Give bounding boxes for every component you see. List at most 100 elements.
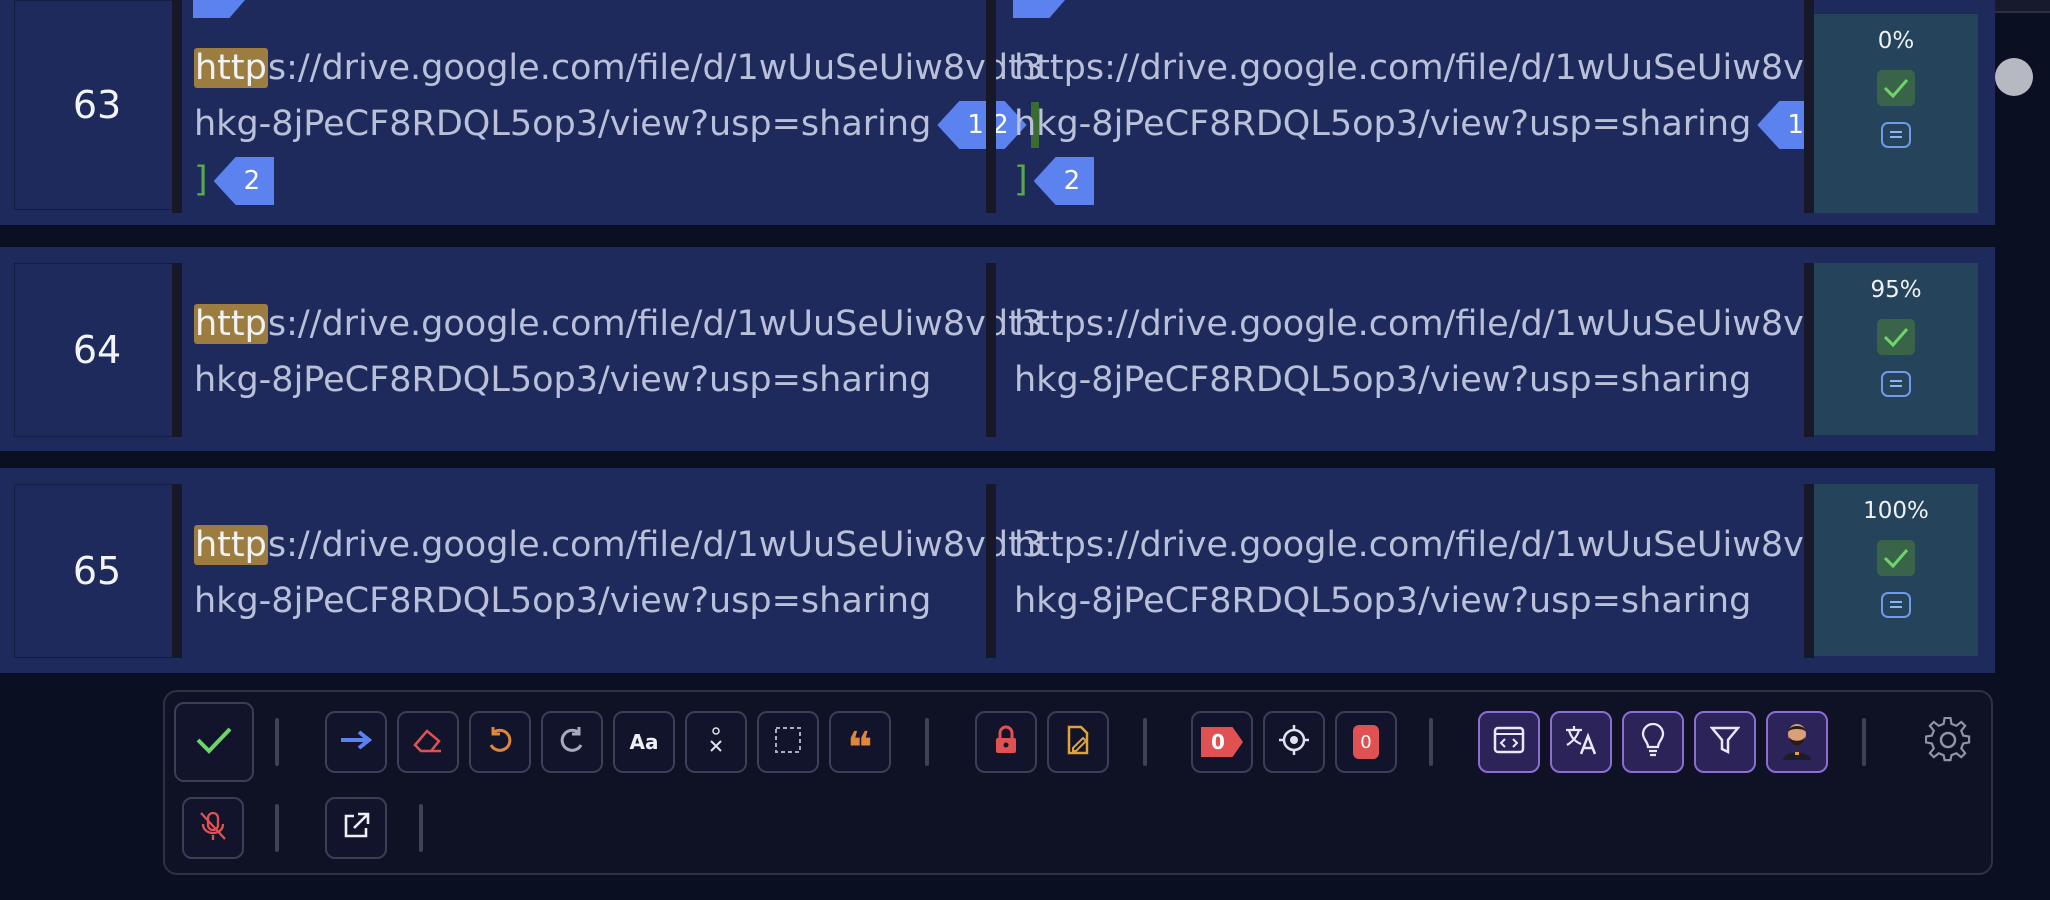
tag-count: 0 (1211, 730, 1225, 754)
tag-marker-top (1013, 0, 1065, 18)
tag-end-label: 2 (243, 166, 261, 196)
check-icon (195, 725, 233, 759)
column-divider (986, 484, 996, 658)
target-line-1: https://drive.google.com/file/d/1wUuSeUi… (1014, 48, 1863, 88)
segment-row[interactable]: 65 https://drive.google.com/file/d/1wUuS… (0, 468, 1995, 673)
match-percentage: 100% (1863, 498, 1929, 524)
source-line-2: hkg-8jPeCF8RDQL5op3/view?usp=sharing (194, 360, 932, 400)
column-divider (1804, 263, 1814, 437)
tag-counter-icon: 0 (1201, 727, 1243, 757)
error-count: 0 (1360, 731, 1372, 753)
editor-toolbar: Aa ❝ 0 0 (163, 690, 1993, 875)
confirm-check-icon[interactable] (1877, 540, 1915, 576)
match-percentage: 95% (1870, 277, 1922, 303)
tag-end[interactable]: 2 (213, 157, 275, 205)
mic-off-icon (198, 810, 228, 846)
segment-row[interactable]: 64 https://drive.google.com/file/d/1wUuS… (0, 247, 1995, 451)
target-line-1: https://drive.google.com/file/d/1wUuSeUi… (1014, 525, 1863, 565)
source-text[interactable]: https://drive.google.com/file/d/1wUuSeUi… (194, 296, 1044, 408)
source-line-1-rest: s://drive.google.com/file/d/1wUuSeUiw8vd… (267, 304, 1045, 344)
column-divider (986, 263, 996, 437)
special-characters-button[interactable] (685, 711, 747, 773)
code-view-icon (1493, 726, 1525, 758)
settings-button[interactable] (1920, 714, 1976, 770)
locate-button[interactable] (1263, 711, 1325, 773)
microphone-button[interactable] (182, 797, 244, 859)
target-text[interactable]: https://drive.google.com/file/d/1wUuSeUi… (1014, 517, 1862, 629)
column-divider (172, 263, 182, 437)
code-view-button[interactable] (1478, 711, 1540, 773)
filter-icon (1709, 725, 1741, 759)
segment-row[interactable]: 63 https://drive.google.com/file/d/1wUuS… (0, 0, 1995, 225)
confirm-check-icon[interactable] (1877, 319, 1915, 355)
bracket-marker: ] (1014, 160, 1028, 200)
confirm-button[interactable] (174, 702, 254, 782)
toolbar-separator (925, 718, 929, 766)
target-line-1: https://drive.google.com/file/d/1wUuSeUi… (1014, 304, 1863, 344)
toolbar-separator (275, 718, 279, 766)
error-count-button[interactable]: 0 (1335, 711, 1397, 773)
gear-icon (1924, 716, 1971, 767)
source-text[interactable]: https://drive.google.com/file/d/1wUuSeUi… (194, 517, 1044, 629)
column-divider (1804, 484, 1814, 658)
quote-button[interactable]: ❝ (829, 711, 891, 773)
target-line-2: hkg-8jPeCF8RDQL5op3/view?usp=sharing (1014, 360, 1752, 400)
term-highlight[interactable]: http (194, 304, 268, 344)
tag-end-label: 2 (1063, 166, 1081, 196)
source-text[interactable]: https://drive.google.com/file/d/1wUuSeUi… (194, 40, 1044, 208)
toolbar-separator (275, 804, 279, 852)
change-case-button[interactable]: Aa (613, 711, 675, 773)
target-text[interactable]: https://drive.google.com/file/d/1wUuSeUi… (1014, 296, 1862, 408)
toolbar-separator (419, 804, 423, 852)
select-button[interactable] (757, 711, 819, 773)
target-text[interactable]: https://drive.google.com/file/d/1wUuSeUi… (1014, 40, 1862, 208)
edit-file-button[interactable] (1047, 711, 1109, 773)
external-link-icon (340, 810, 372, 846)
comment-icon[interactable] (1881, 592, 1911, 618)
column-divider (172, 484, 182, 658)
comment-icon[interactable] (1881, 371, 1911, 397)
filter-button[interactable] (1694, 711, 1756, 773)
source-line-1-rest: s://drive.google.com/file/d/1wUuSeUiw8vd… (267, 525, 1045, 565)
segment-number: 63 (14, 0, 180, 210)
copy-source-button[interactable] (325, 711, 387, 773)
lock-button[interactable] (975, 711, 1037, 773)
segment-number: 65 (14, 484, 180, 658)
bracket-marker: ] (194, 160, 208, 200)
redo-button[interactable] (541, 711, 603, 773)
match-score-column: 100% (1814, 484, 1978, 656)
segment-number: 64 (14, 263, 180, 437)
match-score-column: 95% (1814, 263, 1978, 435)
file-edit-icon (1063, 724, 1093, 760)
lightbulb-icon (1640, 722, 1666, 761)
tag-end[interactable]: 2 (1033, 157, 1095, 205)
scrollbar-thumb[interactable] (1995, 58, 2033, 96)
assistant-button[interactable] (1766, 711, 1828, 773)
target-line-2: hkg-8jPeCF8RDQL5op3/view?usp=sharing (1014, 104, 1752, 144)
select-icon (773, 725, 803, 759)
undo-icon (485, 725, 515, 759)
target-icon (1278, 724, 1310, 760)
comment-icon[interactable] (1881, 122, 1911, 148)
column-divider (172, 0, 182, 213)
tag-counter-button[interactable]: 0 (1191, 711, 1253, 773)
term-highlight[interactable]: http (194, 48, 268, 88)
avatar (1780, 720, 1814, 764)
translate-icon (1564, 724, 1598, 760)
lock-icon (993, 725, 1019, 759)
column-divider (1804, 0, 1814, 213)
term-highlight[interactable]: http (194, 525, 268, 565)
open-external-button[interactable] (325, 797, 387, 859)
match-score-column: 0% (1814, 14, 1978, 213)
tag-marker-top (193, 0, 245, 18)
toolbar-separator (1143, 718, 1147, 766)
suggestions-button[interactable] (1622, 711, 1684, 773)
source-line-2: hkg-8jPeCF8RDQL5op3/view?usp=sharing (194, 104, 932, 144)
toolbar-separator (1862, 718, 1866, 766)
confirm-check-icon[interactable] (1877, 70, 1915, 106)
case-icon: Aa (629, 730, 659, 754)
undo-button[interactable] (469, 711, 531, 773)
target-line-2: hkg-8jPeCF8RDQL5op3/view?usp=sharing (1014, 581, 1752, 621)
clear-button[interactable] (397, 711, 459, 773)
translate-button[interactable] (1550, 711, 1612, 773)
